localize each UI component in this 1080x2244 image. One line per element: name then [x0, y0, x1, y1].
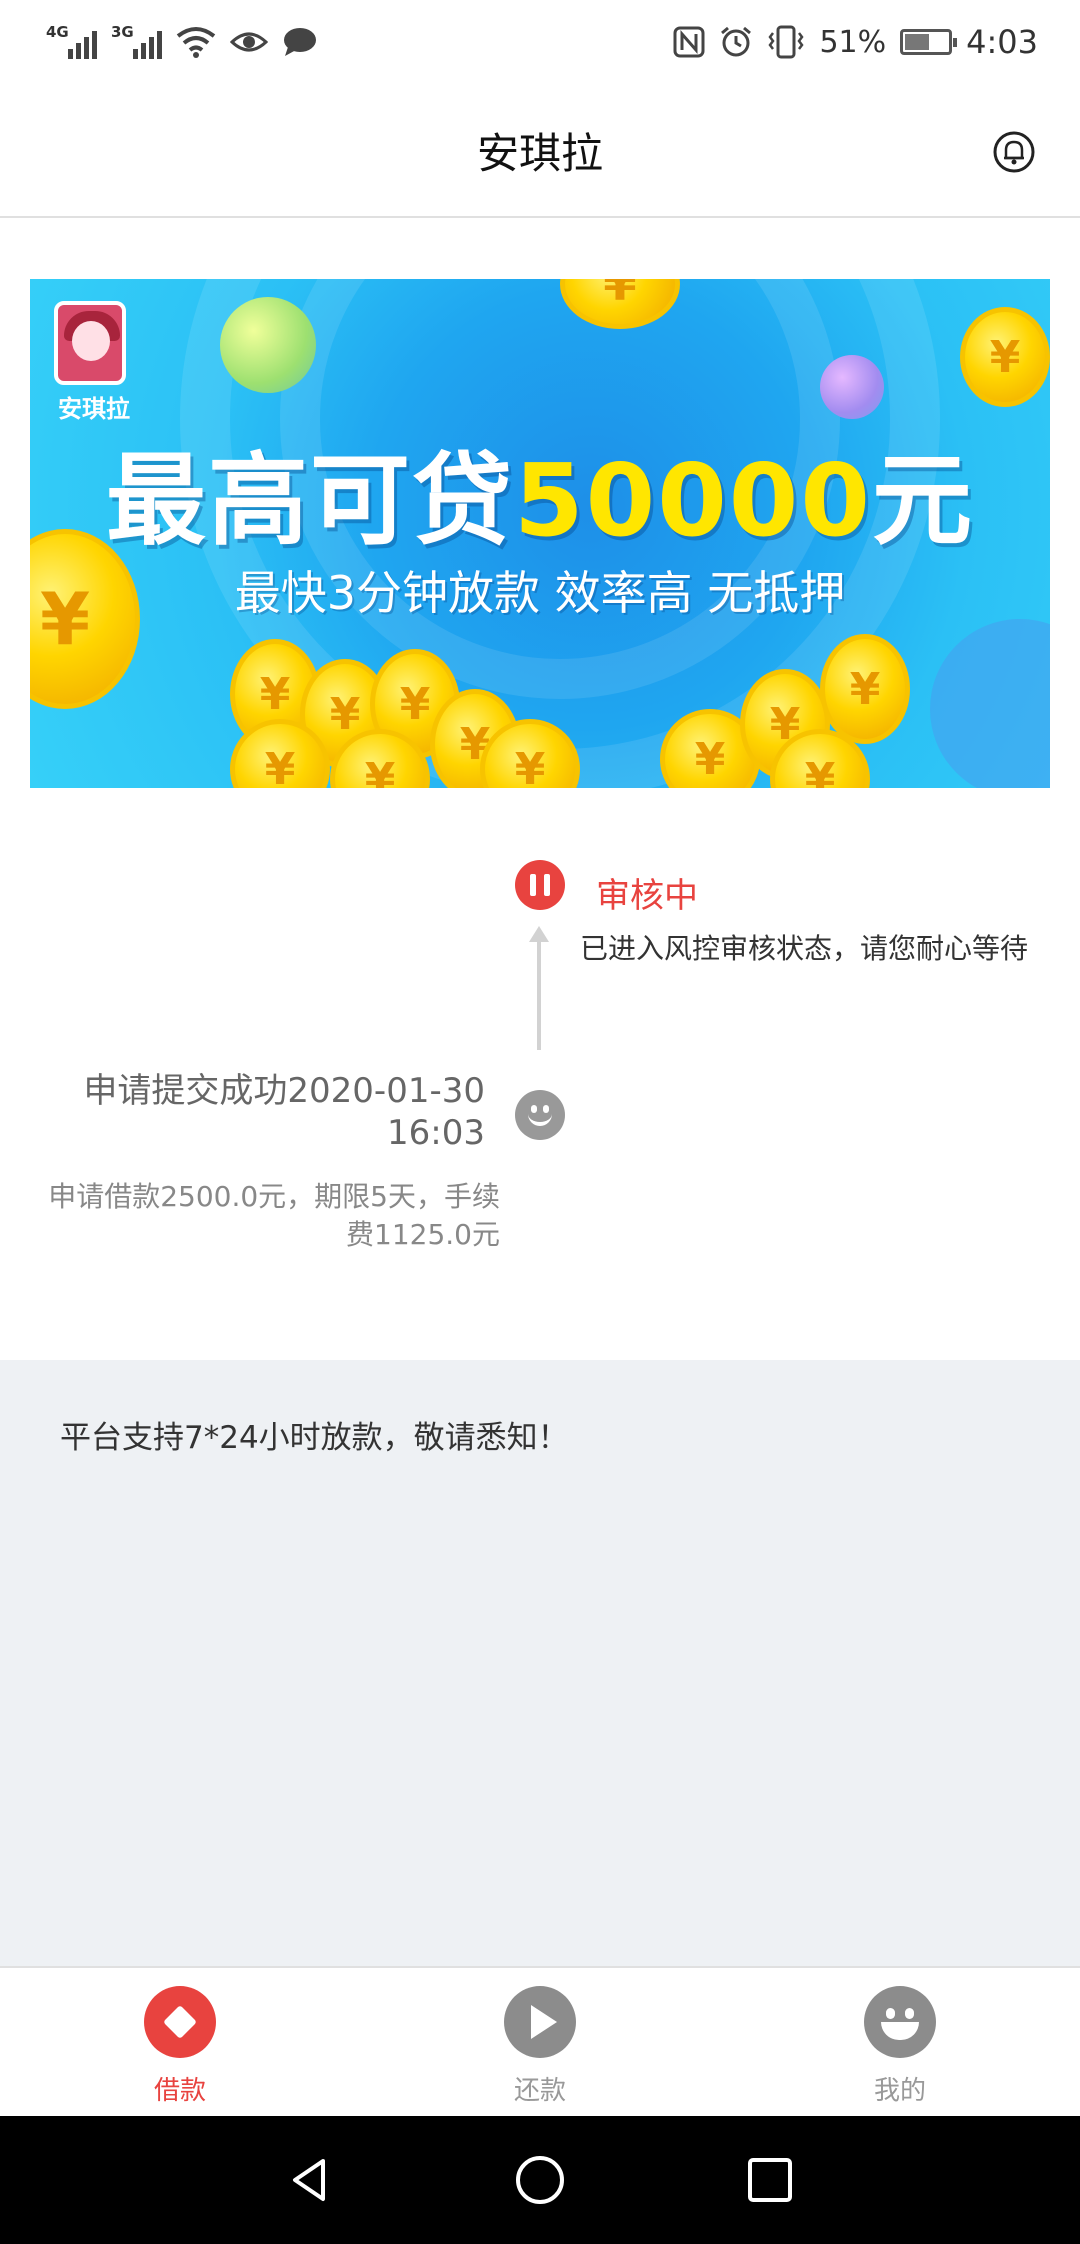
status-bar-right: 51% 4:03: [673, 23, 1038, 61]
banner-headline-prefix: 最高可贷: [106, 442, 515, 559]
status-bar: 4G 3G 51% 4:03: [0, 0, 1080, 84]
signal-icon: 3G: [111, 23, 162, 59]
loan-status-timeline: 审核中 已进入风控审核状态，请您耐心等待 申请提交成功2020-01-30 16…: [0, 788, 1080, 1360]
recent-apps-button[interactable]: [745, 2155, 795, 2205]
diamond-icon: [144, 1986, 216, 2058]
banner-logo: [54, 301, 126, 385]
pause-icon: [515, 860, 565, 910]
message-icon: [284, 28, 316, 56]
page-title: 安琪拉: [476, 128, 603, 178]
coin-decoration: ¥: [820, 634, 910, 744]
logo-face: [72, 321, 110, 361]
tab-mine[interactable]: 我的: [720, 1968, 1080, 2116]
home-button[interactable]: [515, 2155, 565, 2205]
clock-time: 4:03: [966, 23, 1038, 61]
submit-description: 申请借款2500.0元，期限5天，手续费1125.0元: [48, 1180, 500, 1251]
tab-label: 我的: [873, 2076, 926, 2106]
status-bar-left: 4G 3G: [46, 23, 318, 59]
back-button[interactable]: [285, 2155, 335, 2205]
status-description: 已进入风控审核状态，请您耐心等待: [580, 932, 1029, 965]
notice-text: 平台支持7*24小时放款，敬请悉知！: [60, 1420, 569, 1456]
back-icon: [293, 2159, 325, 2201]
bell-icon[interactable]: [992, 130, 1036, 174]
nfc-icon: [673, 26, 705, 58]
timeline-arrow: [529, 926, 549, 942]
submit-title: 申请提交成功2020-01-30 16:03: [83, 1071, 485, 1153]
wifi-icon: [176, 27, 216, 58]
banner-subline: 最快3分钟放款 效率高 无抵押: [234, 566, 846, 620]
banner-bubble: [820, 355, 884, 419]
app-screen: 4G 3G 51% 4:03 安琪拉 ¥ ¥ ¥ ¥ ¥ ¥ ¥ ¥ ¥ ¥ ¥…: [0, 0, 1080, 2244]
battery-fill: [905, 34, 929, 50]
signal-icon: 4G: [46, 23, 97, 59]
tab-label: 借款: [153, 2076, 206, 2106]
app-header: 安琪拉: [0, 84, 1080, 218]
system-nav-bar: [0, 2116, 1080, 2244]
tab-borrow[interactable]: 借款: [0, 1968, 360, 2116]
banner-bubble: [220, 297, 316, 393]
battery-icon: [900, 29, 958, 55]
recent-apps-icon: [748, 2158, 792, 2202]
vibrate-icon: [768, 25, 805, 59]
battery-percent: 51%: [819, 24, 887, 60]
smile-icon: [515, 1090, 565, 1140]
status-title: 审核中: [596, 876, 698, 916]
timeline-connector: [537, 930, 541, 1050]
network-type-label: 4G: [46, 23, 69, 41]
play-icon: [504, 1986, 576, 2058]
banner-headline: 最高可贷50000元: [30, 419, 1050, 564]
smile-icon: [864, 1986, 936, 2058]
eye-icon: [230, 32, 268, 52]
tab-label: 还款: [513, 2076, 566, 2106]
alarm-icon: [721, 26, 752, 57]
home-icon: [516, 2156, 564, 2204]
tab-repay[interactable]: 还款: [360, 1968, 720, 2116]
banner-bubble: [930, 619, 1050, 788]
banner-headline-suffix: 元: [871, 442, 974, 559]
promo-banner[interactable]: ¥ ¥ ¥ ¥ ¥ ¥ ¥ ¥ ¥ ¥ ¥ ¥ ¥ ¥ 安琪拉 最高可贷5000…: [30, 279, 1050, 788]
bottom-tab-bar: 借款 还款 我的: [0, 1966, 1080, 2116]
notice-area: 平台支持7*24小时放款，敬请悉知！: [0, 1360, 1080, 1966]
network-type-label: 3G: [111, 23, 134, 41]
coin-decoration: ¥: [960, 307, 1050, 407]
banner-headline-amount: 50000: [514, 442, 872, 559]
